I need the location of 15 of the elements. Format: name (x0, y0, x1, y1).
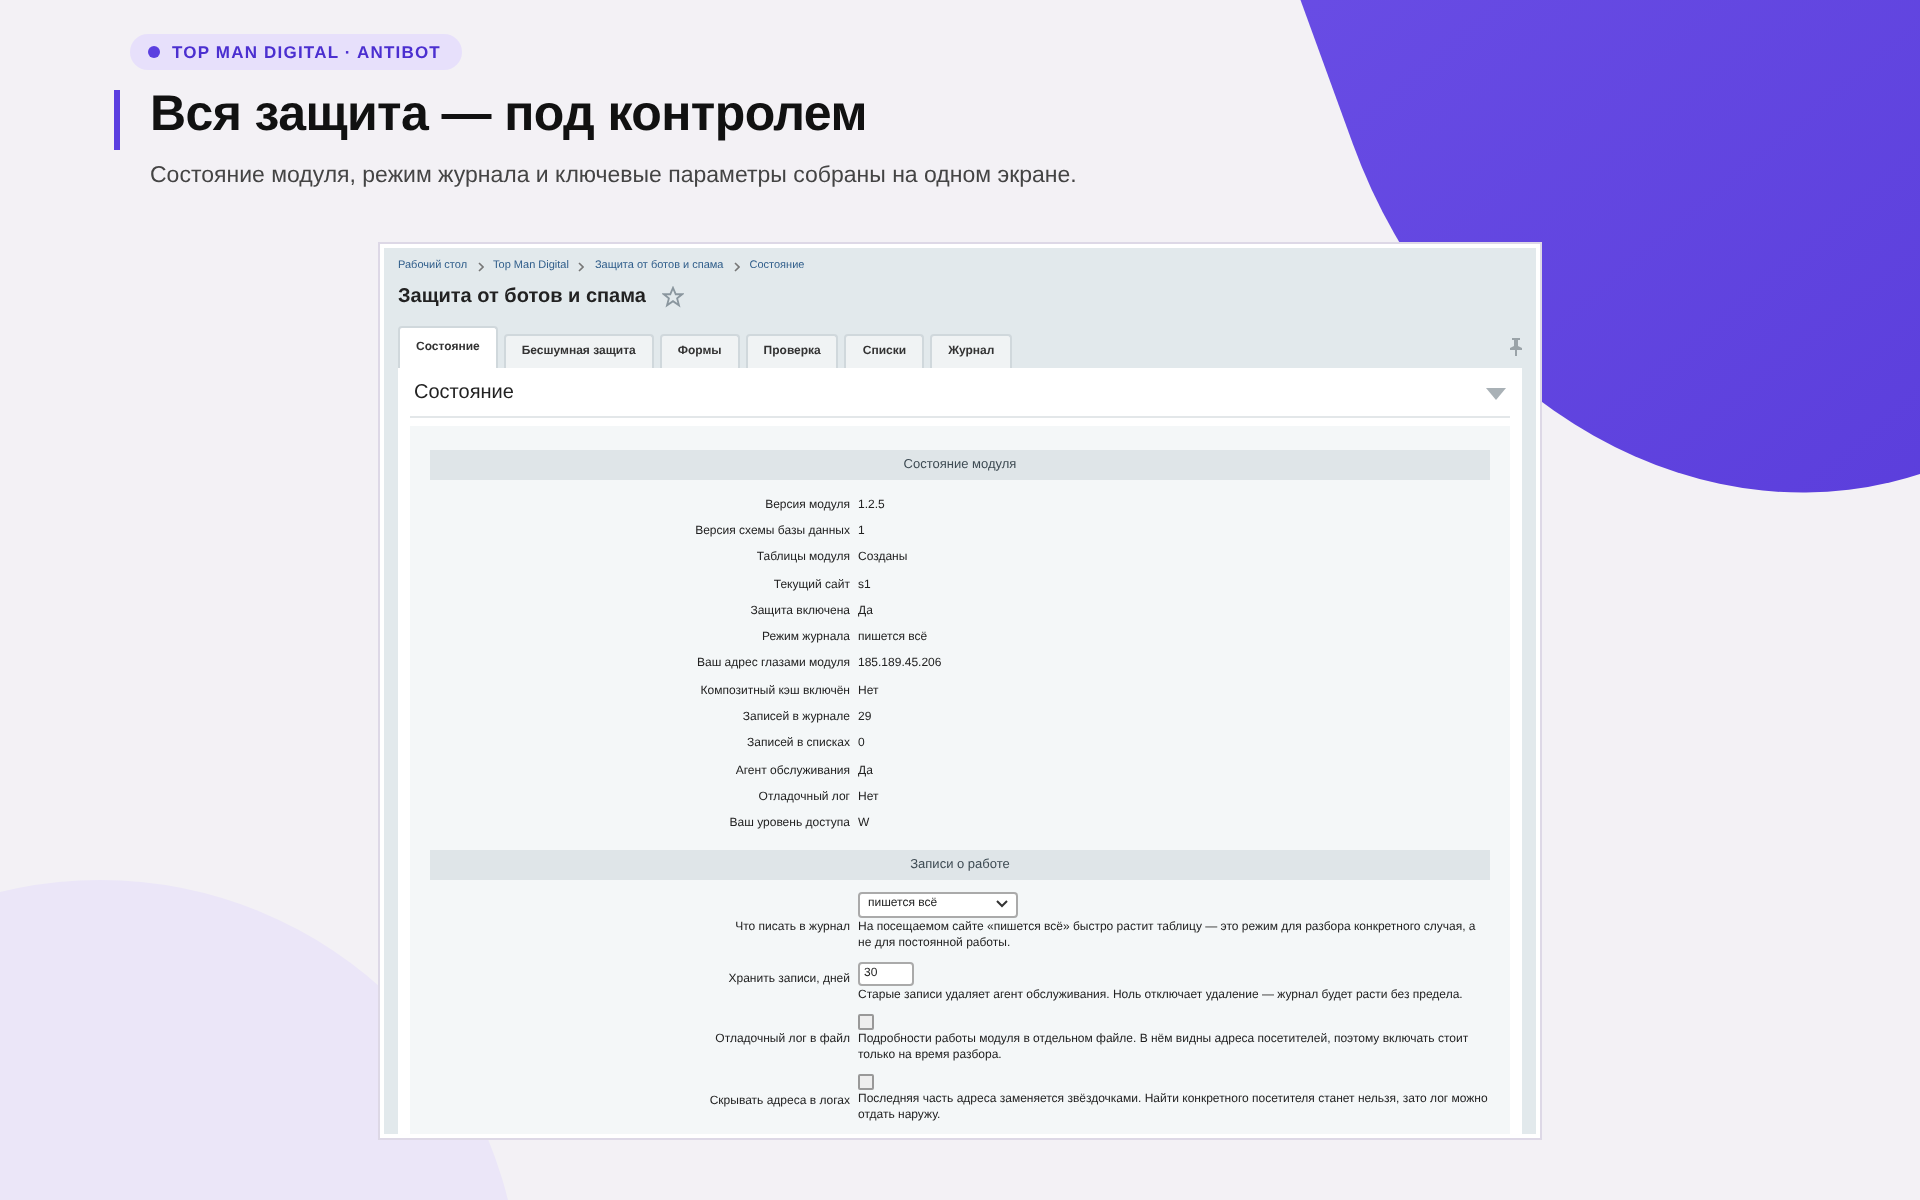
accent-bar (114, 90, 120, 150)
caret-icon (996, 900, 1008, 909)
star-icon[interactable] (661, 286, 684, 308)
checkbox[interactable] (858, 1014, 874, 1031)
chevron-icon (477, 261, 484, 271)
chevron-icon (733, 261, 740, 271)
checkbox[interactable] (858, 1074, 874, 1091)
chevron-icon (578, 261, 585, 271)
subtitle: Состояние модуля, режим журнала и ключевые параметры собраны на одном экране. (150, 164, 1079, 188)
pin-icon[interactable] (1510, 338, 1522, 356)
page-title: Защита от ботов и спама (398, 286, 646, 308)
brand-badge: TOP MAN DIGITAL · ANTIBOT (130, 34, 463, 70)
panel-title: Состояние (414, 382, 514, 404)
caret-icon[interactable] (1486, 387, 1506, 399)
headline: Вся защита — под контролем (150, 86, 869, 144)
